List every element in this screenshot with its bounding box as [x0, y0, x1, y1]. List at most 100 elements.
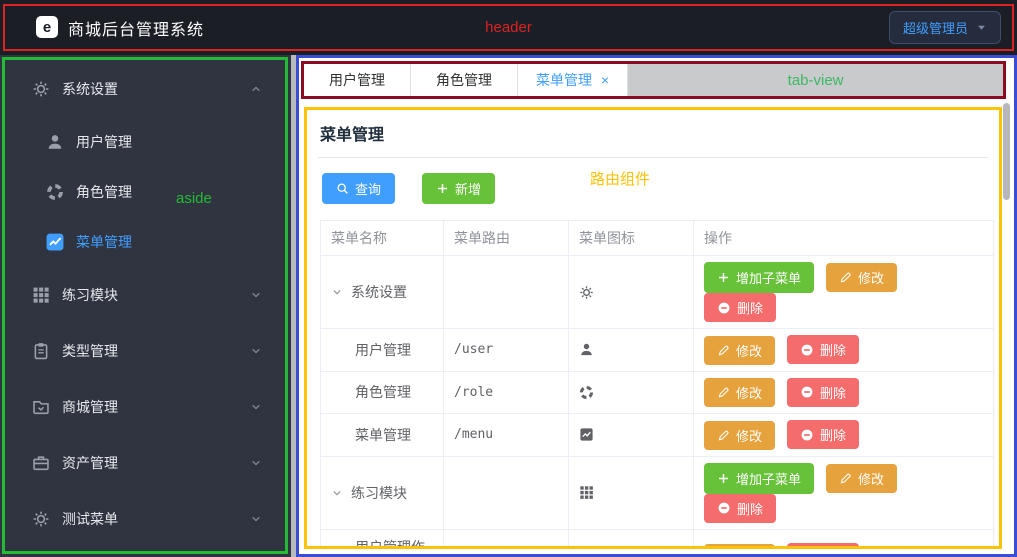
sidebar-item-测试菜单[interactable]: 测试菜单 — [6, 491, 284, 547]
cell-menu-route: /test-user — [444, 529, 569, 549]
cell-menu-name: 系统设置 — [321, 256, 444, 329]
add-child-button[interactable]: 增加子菜单 — [704, 463, 814, 494]
sidebar-item-商城管理[interactable]: 商城管理 — [6, 379, 284, 435]
sidebar-subitem-label: 菜单管理 — [76, 232, 132, 252]
delete-button[interactable]: 删除 — [787, 420, 859, 449]
delete-button[interactable]: 删除 — [704, 494, 776, 523]
chevron-down-icon — [250, 401, 262, 413]
cell-operations: 增加子菜单 修改删除 — [694, 456, 994, 529]
edit-button[interactable]: 修改 — [826, 464, 897, 493]
clipboard-icon — [32, 342, 50, 360]
delete-button[interactable]: 删除 — [787, 543, 859, 549]
cell-operations: 增加子菜单 修改删除 — [694, 256, 994, 329]
add-button[interactable]: 新增 — [422, 173, 495, 204]
page-title: 菜单管理 — [320, 121, 988, 145]
vertical-scrollbar[interactable] — [1003, 103, 1010, 200]
cell-menu-route: /user — [444, 329, 569, 372]
op-button-label: 删除 — [820, 548, 846, 549]
sidebar-menu: 系统设置用户管理角色管理菜单管理练习模块类型管理商城管理资产管理测试菜单 — [6, 61, 284, 547]
sidebar-item-label: 练习模块 — [62, 285, 118, 305]
pencil-icon — [717, 429, 730, 442]
cell-menu-icon — [569, 529, 694, 549]
tab-角色管理[interactable]: 角色管理 — [411, 64, 518, 96]
gear-icon — [579, 285, 683, 300]
edit-button[interactable]: 修改 — [704, 544, 775, 549]
close-icon[interactable]: × — [601, 72, 609, 88]
sidebar-item-练习模块[interactable]: 练习模块 — [6, 267, 284, 323]
edit-button[interactable]: 修改 — [704, 421, 775, 450]
expand-arrow-icon[interactable] — [331, 487, 343, 499]
sidebar-subitem-角色管理[interactable]: 角色管理 — [6, 167, 284, 217]
op-button-label: 增加子菜单 — [736, 469, 801, 488]
menu-table: 菜单名称菜单路由菜单图标操作 系统设置增加子菜单修改删除用户管理/user修改删… — [320, 220, 994, 549]
cell-menu-name: 菜单管理 — [321, 414, 444, 457]
sidebar: 系统设置用户管理角色管理菜单管理练习模块类型管理商城管理资产管理测试菜单 asi… — [0, 55, 291, 557]
user-dropdown-button[interactable]: 超级管理员 — [889, 11, 1001, 44]
op-button-label: 删除 — [820, 425, 846, 444]
user-filled-icon — [46, 133, 64, 151]
table-row: 角色管理/role修改删除 — [321, 371, 994, 414]
pencil-icon — [839, 472, 852, 485]
cell-menu-icon — [569, 456, 694, 529]
sidebar-subitem-label: 角色管理 — [76, 182, 132, 202]
edit-button[interactable]: 修改 — [704, 378, 775, 407]
column-header-操作: 操作 — [694, 221, 994, 256]
cell-operations: 修改 删除 — [694, 371, 994, 414]
delete-button[interactable]: 删除 — [704, 293, 776, 322]
cell-menu-route — [444, 456, 569, 529]
op-button-label: 修改 — [858, 268, 884, 287]
search-icon — [336, 182, 349, 195]
tab-view: 用户管理角色管理菜单管理× tab-view — [301, 61, 1006, 99]
app-header: e 商城后台管理系统 header 超级管理员 — [0, 0, 1017, 55]
header-annotation-label: header — [0, 0, 1017, 55]
table-row: 用户管理/user修改删除 — [321, 329, 994, 372]
plus-icon — [717, 271, 730, 284]
expand-arrow-icon[interactable] — [331, 286, 343, 298]
op-button-label: 修改 — [736, 341, 762, 360]
delete-button[interactable]: 删除 — [787, 335, 859, 364]
cell-menu-icon — [569, 414, 694, 457]
sidebar-subitem-菜单管理[interactable]: 菜单管理 — [6, 217, 284, 267]
delete-button[interactable]: 删除 — [787, 378, 859, 407]
cell-menu-icon — [569, 329, 694, 372]
column-header-菜单路由: 菜单路由 — [444, 221, 569, 256]
cell-operations: 修改 删除 — [694, 329, 994, 372]
sidebar-item-资产管理[interactable]: 资产管理 — [6, 435, 284, 491]
cell-menu-name: 练习模块 — [321, 456, 444, 529]
table-header-row: 菜单名称菜单路由菜单图标操作 — [321, 221, 994, 256]
query-button[interactable]: 查询 — [322, 173, 395, 204]
sidebar-item-类型管理[interactable]: 类型管理 — [6, 323, 284, 379]
column-header-菜单图标: 菜单图标 — [569, 221, 694, 256]
sidebar-subitem-用户管理[interactable]: 用户管理 — [6, 117, 284, 167]
main-area: 用户管理角色管理菜单管理× tab-view 菜单管理 查询 新增 路由组件 菜… — [296, 55, 1017, 557]
pencil-icon — [717, 386, 730, 399]
op-button-label: 增加子菜单 — [736, 268, 801, 287]
add-child-button[interactable]: 增加子菜单 — [704, 262, 814, 293]
tab-用户管理[interactable]: 用户管理 — [304, 64, 411, 96]
pencil-icon — [717, 344, 730, 357]
tab-菜单管理[interactable]: 菜单管理× — [518, 64, 628, 96]
cell-menu-route: /role — [444, 371, 569, 414]
edit-button[interactable]: 修改 — [704, 336, 775, 365]
op-button-label: 删除 — [737, 298, 763, 317]
chevron-down-icon — [250, 457, 262, 469]
menu-name: 练习模块 — [351, 483, 407, 503]
pencil-icon — [839, 271, 852, 284]
chevron-down-icon — [250, 289, 262, 301]
menu-name: 用户管理作业 — [331, 536, 433, 550]
sidebar-item-label: 商城管理 — [62, 397, 118, 417]
grid-icon — [579, 485, 683, 500]
cell-operations: 修改 删除 — [694, 414, 994, 457]
toolbar: 查询 新增 — [322, 173, 988, 204]
op-button-label: 删除 — [820, 383, 846, 402]
cell-menu-route — [444, 256, 569, 329]
sidebar-item-label: 类型管理 — [62, 341, 118, 361]
sidebar-item-系统设置[interactable]: 系统设置 — [6, 61, 284, 117]
plus-icon — [436, 182, 449, 195]
chart-tile-icon — [46, 233, 64, 251]
table-row: 练习模块 增加子菜单 修改删除 — [321, 456, 994, 529]
edit-button[interactable]: 修改 — [826, 263, 897, 292]
minus-circle-icon — [717, 301, 731, 315]
user-dropdown-label: 超级管理员 — [903, 18, 968, 37]
grid-icon — [32, 286, 50, 304]
